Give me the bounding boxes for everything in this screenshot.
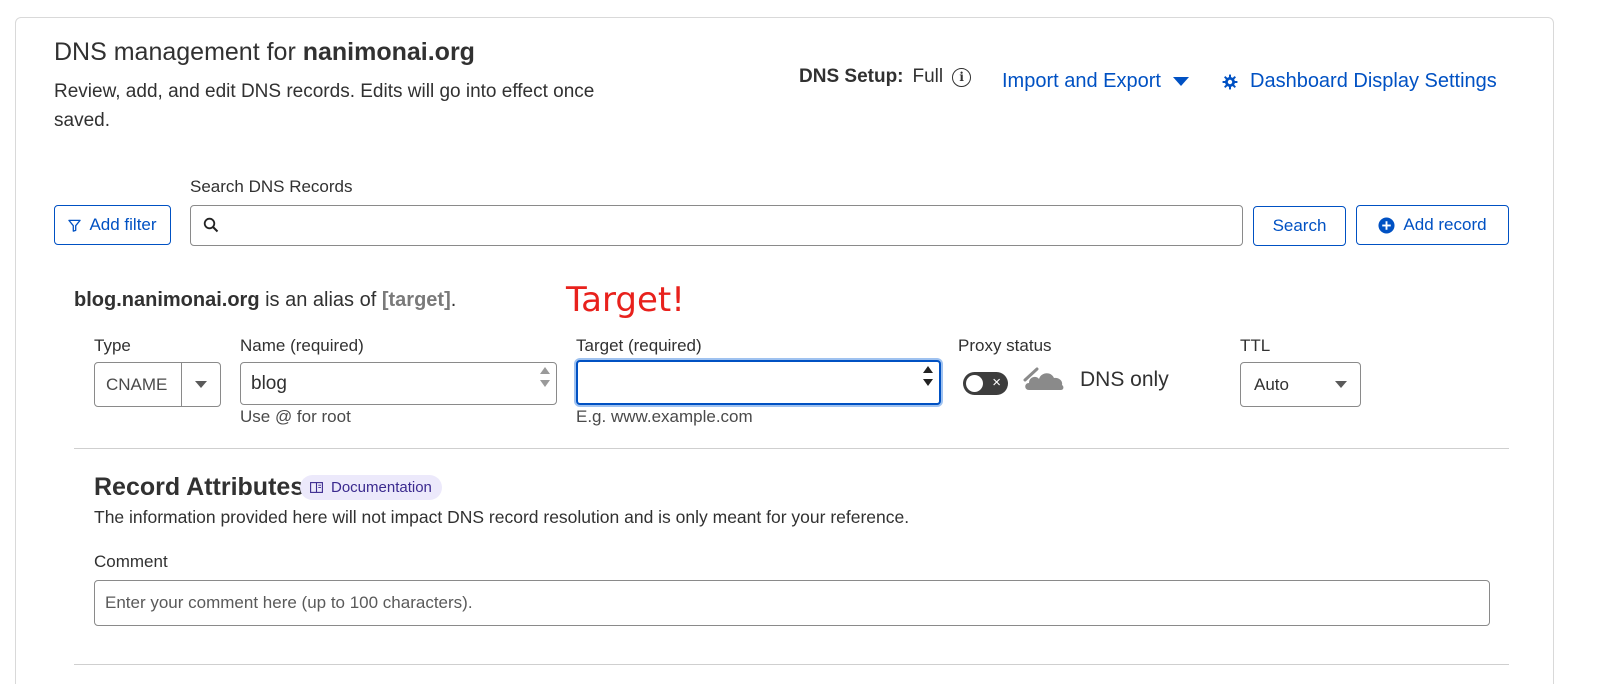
target-spinner[interactable] [923, 366, 933, 386]
gear-icon [1222, 74, 1238, 89]
alias-summary: blog.nanimonai.org is an alias of [targe… [74, 289, 456, 312]
add-filter-button[interactable]: Add filter [54, 205, 171, 245]
dns-setup-value: Full [912, 66, 944, 87]
proxy-status-value: DNS only [1080, 368, 1169, 391]
divider [74, 664, 1509, 665]
search-field [190, 205, 1243, 246]
comment-field [94, 580, 1490, 626]
page-title-prefix: DNS management for [54, 38, 303, 66]
ttl-value: Auto [1254, 374, 1289, 394]
name-spinner[interactable] [540, 367, 550, 387]
alias-middle: is an alias of [259, 289, 382, 311]
alias-host: blog.nanimonai.org [74, 289, 260, 311]
type-dropdown-toggle[interactable] [181, 363, 220, 406]
toggle-knob [966, 375, 983, 392]
add-filter-label: Add filter [89, 215, 157, 234]
import-export-label: Import and Export [1002, 70, 1161, 92]
dashboard-display-settings-link[interactable]: Dashboard Display Settings [1222, 70, 1497, 93]
dns-setup: DNS Setup: Full i [799, 66, 972, 88]
caret-down-icon [195, 381, 207, 388]
target-input[interactable] [578, 362, 939, 403]
info-icon[interactable]: i [952, 67, 972, 87]
spin-up-icon[interactable] [540, 367, 550, 374]
target-label: Target (required) [576, 336, 702, 355]
add-record-button[interactable]: Add record [1356, 205, 1509, 245]
divider [74, 448, 1509, 449]
alias-target: [target] [381, 289, 451, 311]
comment-input[interactable] [95, 581, 1489, 625]
dashboard-display-settings-label: Dashboard Display Settings [1250, 70, 1497, 92]
type-value: CNAME [106, 374, 168, 394]
type-select[interactable]: CNAME [94, 362, 221, 407]
record-attributes-title: Record Attributes [94, 473, 305, 501]
alias-end: . [450, 289, 457, 311]
caret-down-icon [1172, 77, 1189, 86]
documentation-badge[interactable]: Documentation [300, 475, 442, 500]
proxy-toggle[interactable]: × [963, 372, 1008, 395]
add-record-label: Add record [1403, 215, 1487, 234]
documentation-label: Documentation [331, 479, 432, 496]
search-label: Search DNS Records [190, 177, 353, 196]
cloud-icon [1023, 367, 1064, 390]
book-icon [310, 482, 323, 493]
target-field [576, 360, 941, 405]
name-label: Name (required) [240, 336, 364, 355]
import-export-dropdown[interactable]: Import and Export [1002, 70, 1189, 93]
page-description: Review, add, and edit DNS records. Edits… [54, 81, 595, 131]
name-hint: Use @ for root [240, 407, 351, 426]
page-title-domain: nanimonai.org [302, 38, 475, 66]
type-label: Type [94, 336, 131, 355]
ttl-label: TTL [1240, 336, 1271, 355]
name-field [240, 362, 557, 405]
spin-down-icon[interactable] [540, 380, 550, 387]
ttl-select[interactable]: Auto [1240, 362, 1361, 407]
comment-label: Comment [94, 552, 168, 571]
name-input[interactable] [241, 363, 556, 404]
dns-setup-label: DNS Setup: [799, 66, 904, 87]
spin-down-icon[interactable] [923, 379, 933, 386]
filter-icon [68, 219, 82, 232]
search-input[interactable] [191, 206, 1242, 245]
target-hint: E.g. www.example.com [576, 407, 753, 426]
plus-circle-icon [1378, 216, 1395, 234]
search-icon [203, 217, 219, 233]
caret-down-icon [1335, 381, 1347, 388]
spin-up-icon[interactable] [923, 366, 933, 373]
close-icon: × [992, 374, 1001, 391]
target-annotation: Target! [566, 280, 685, 320]
search-button[interactable]: Search [1253, 206, 1346, 246]
proxy-status-label: Proxy status [958, 336, 1052, 355]
page-title: DNS management for nanimonai.org [54, 38, 475, 67]
record-attributes-description: The information provided here will not i… [94, 507, 910, 527]
